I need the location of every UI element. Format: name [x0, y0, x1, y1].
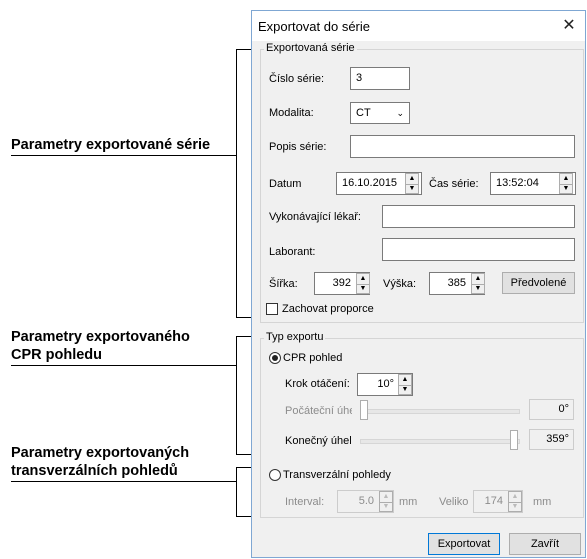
technician-label: Laborant: [269, 246, 316, 258]
rotation-step-label: Krok otáčení: [285, 378, 350, 390]
start-angle-slider-thumb[interactable] [360, 400, 368, 420]
chevron-down-icon: ⌄ [396, 108, 404, 118]
physician-label: Vykonávající lékař: [269, 211, 361, 223]
time-spinner[interactable]: ▲ ▼ [559, 173, 573, 194]
export-button[interactable]: Exportovat [428, 533, 500, 555]
end-angle-label: Konečný úhel [285, 435, 352, 447]
height-label: Výška: [383, 278, 417, 290]
start-angle-slider-track[interactable] [360, 409, 520, 414]
start-angle-label: Počáteční úhe [285, 405, 352, 417]
spin-down-icon[interactable]: ▼ [560, 184, 572, 194]
interval-label: Interval: [285, 496, 325, 508]
height-spinner[interactable]: ▲ ▼ [471, 273, 485, 294]
close-icon[interactable]: ✕ [559, 16, 579, 36]
rotation-step-spinner[interactable]: ▲ ▼ [398, 374, 412, 395]
modality-label: Modalita: [269, 107, 314, 119]
cpr-radio[interactable] [269, 352, 281, 364]
spin-down-icon[interactable]: ▼ [472, 284, 484, 294]
series-number-label: Číslo série: [269, 73, 325, 85]
bracket-series [236, 49, 237, 317]
physician-field[interactable] [382, 205, 575, 228]
spin-down-icon[interactable]: ▼ [357, 284, 369, 294]
annotation-underline [11, 365, 237, 366]
interval-spinner[interactable]: ▲ ▼ [379, 491, 393, 512]
width-label: Šířka: [269, 278, 298, 290]
annotation-transversal-params-line1: Parametry exportovaných [11, 445, 190, 461]
series-number-field[interactable]: 3 [350, 67, 410, 90]
export-dialog: Exportovat do série ✕ Exportovaná série … [251, 10, 586, 558]
date-label: Datum [269, 178, 302, 190]
spin-down-icon[interactable]: ▼ [509, 502, 521, 512]
title-bar: Exportovat do série ✕ [252, 11, 585, 41]
annotation-cpr-params-line2: CPR pohledu [11, 347, 103, 363]
width-spinner[interactable]: ▲ ▼ [356, 273, 370, 294]
date-value: 16.10.2015 [342, 177, 398, 189]
size-unit: mm [533, 496, 552, 508]
description-field[interactable] [350, 135, 575, 158]
bracket-cpr [236, 336, 237, 454]
annotation-underline [11, 481, 237, 482]
keep-ratio-checkbox[interactable] [266, 303, 278, 315]
spin-down-icon[interactable]: ▼ [406, 184, 418, 194]
interval-unit: mm [399, 496, 418, 508]
annotation-cpr-params-line1: Parametry exportovaného [11, 329, 190, 345]
end-angle-slider-thumb[interactable] [510, 430, 518, 450]
series-group-title: Exportovaná série [264, 42, 357, 54]
time-value: 13:52:04 [496, 177, 539, 189]
date-spinner[interactable]: ▲ ▼ [405, 173, 419, 194]
annotation-series-params: Parametry exportované série [11, 137, 211, 153]
close-button[interactable]: Zavřít [509, 533, 581, 555]
export-type-group [260, 338, 584, 518]
annotation-transversal-params-line2: transverzálních pohledů [11, 463, 178, 479]
end-angle-readout: 359° [529, 429, 574, 450]
description-label: Popis série: [269, 141, 327, 153]
spin-down-icon[interactable]: ▼ [399, 385, 411, 395]
start-angle-readout: 0° [529, 399, 574, 420]
end-angle-slider-track[interactable] [360, 439, 520, 444]
transversal-radio[interactable] [269, 469, 281, 481]
cpr-radio-label: CPR pohled [283, 352, 343, 364]
bracket-transversal [236, 467, 237, 516]
transversal-radio-label: Transverzální pohledy [283, 469, 391, 481]
technician-field[interactable] [382, 238, 575, 261]
modality-value: CT [356, 107, 371, 119]
dialog-title: Exportovat do série [258, 19, 371, 34]
size-spinner[interactable]: ▲ ▼ [508, 491, 522, 512]
modality-select[interactable]: CT ⌄ [350, 102, 410, 124]
presets-button[interactable]: Předvolené [502, 272, 575, 294]
time-label: Čas série: [429, 178, 479, 190]
spin-down-icon[interactable]: ▼ [380, 502, 392, 512]
keep-ratio-label: Zachovat proporce [282, 303, 374, 315]
annotation-underline [11, 155, 237, 156]
export-type-group-title: Typ exportu [264, 331, 326, 343]
size-label: Veliko [439, 496, 469, 508]
